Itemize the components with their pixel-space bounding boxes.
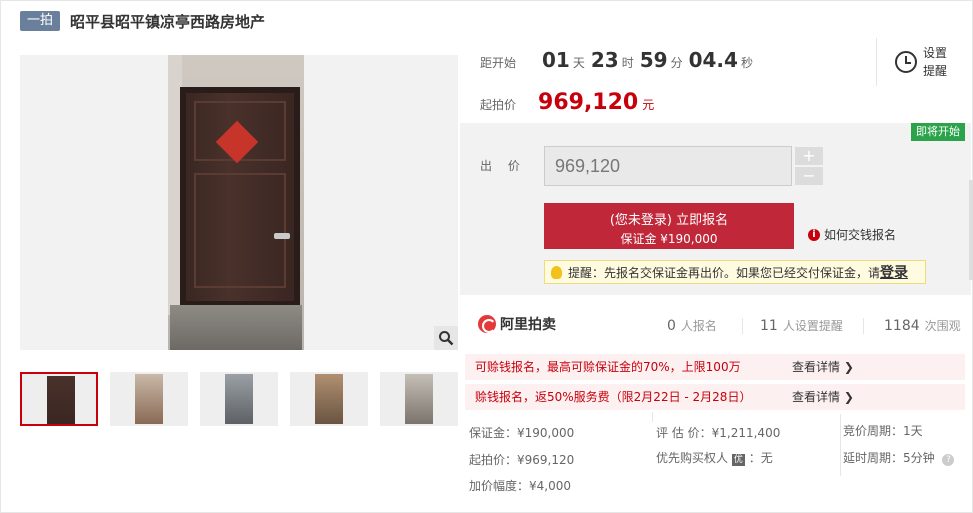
bid-label: 出 价 xyxy=(480,159,526,173)
reminder-count-label: 人设置提醒 xyxy=(782,319,843,333)
extension-info: 延时周期：5分钟 ? xyxy=(843,449,955,466)
decrease-bid-button[interactable]: − xyxy=(795,167,823,185)
status-badge: 即将开始 xyxy=(911,123,965,141)
how-to-pay-label: 如何交钱报名 xyxy=(824,228,897,242)
thumbnail-strip xyxy=(20,372,470,426)
thumbnail-image xyxy=(47,376,75,424)
tip-text: 提醒：先报名交保证金再出价。如果您已经交付保证金，请 xyxy=(568,265,881,280)
start-price-value: 969,120 xyxy=(538,90,639,115)
magnifier-icon xyxy=(439,331,454,346)
bid-input[interactable]: 969,120 xyxy=(544,146,792,186)
photo-floor xyxy=(170,305,302,350)
deposit-info: 保证金：¥190,000 xyxy=(469,426,575,440)
increment-info: 加价幅度：¥4,000 xyxy=(469,479,571,493)
thumbnail-image xyxy=(405,374,433,424)
countdown-days: 01 xyxy=(542,48,570,72)
thumbnail[interactable] xyxy=(290,372,368,426)
divider xyxy=(840,414,841,476)
start-price-info: 起拍价：¥969,120 xyxy=(469,453,575,467)
countdown-hours-unit: 时 xyxy=(621,56,634,70)
promo-credit: 可赊钱报名，最高可赊保证金的70%，上限100万 查看详情 ❯ xyxy=(465,354,965,380)
brand-logo: 阿里拍卖 xyxy=(478,314,556,334)
thumbnail[interactable] xyxy=(200,372,278,426)
thumbnail-image xyxy=(315,374,343,424)
countdown: 距开始 01 天 23 时 59 分 04.4 秒 xyxy=(480,48,753,78)
title-row: 一拍 昭平县昭平镇凉亭西路房地产 xyxy=(20,10,265,32)
thumbnail[interactable] xyxy=(110,372,188,426)
countdown-days-unit: 天 xyxy=(572,56,585,70)
countdown-label: 距开始 xyxy=(480,56,517,70)
photo-door xyxy=(180,87,300,307)
scrollbar[interactable] xyxy=(969,180,973,280)
door-panel xyxy=(194,173,286,288)
thumbnail-image xyxy=(225,374,253,424)
view-label: 次围观 xyxy=(924,319,961,333)
how-to-pay-link[interactable]: i 如何交钱报名 xyxy=(808,226,896,243)
thumbnail[interactable] xyxy=(380,372,458,426)
registered-label: 人报名 xyxy=(680,319,717,333)
reminder-label: 设置提醒 xyxy=(923,46,948,78)
page-title: 昭平县昭平镇凉亭西路房地产 xyxy=(70,12,266,31)
main-property-image[interactable] xyxy=(20,55,458,350)
priority-buyer-label: 优先购买权人 xyxy=(656,451,729,465)
appraisal-info: 评 估 价：¥1,211,400 xyxy=(656,426,781,440)
zoom-button[interactable] xyxy=(434,326,458,350)
priority-tag: 优 xyxy=(731,454,745,466)
help-icon[interactable]: ? xyxy=(942,454,955,466)
login-tip: 提醒：先报名交保证金再出价。如果您已经交付保证金，请 登录 xyxy=(544,260,926,284)
registered-number: 0 xyxy=(667,318,676,334)
divider xyxy=(863,318,864,334)
start-price-unit: 元 xyxy=(642,98,655,112)
countdown-minutes-unit: 分 xyxy=(670,56,683,70)
bid-stepper: + − xyxy=(795,147,823,187)
priority-buyer-value: ：无 xyxy=(748,451,773,465)
promo-refund: 赊钱报名，返50%服务费（限2月22日 - 2月28日） 查看详情 ❯ xyxy=(465,384,965,410)
promo-text: 赊钱报名，返50%服务费（限2月22日 - 2月28日） xyxy=(475,390,752,404)
increase-bid-button[interactable]: + xyxy=(795,147,823,165)
signup-button-deposit: 保证金 ¥190,000 xyxy=(620,232,718,246)
ali-auction-logo-icon xyxy=(478,315,496,333)
promo-details-link[interactable]: 查看详情 ❯ xyxy=(792,384,854,410)
thumbnail[interactable] xyxy=(20,372,98,426)
reminder-count: 11 人设置提醒 xyxy=(760,317,843,334)
promo-details-link[interactable]: 查看详情 ❯ xyxy=(792,354,854,380)
countdown-seconds: 04.4 xyxy=(688,48,738,72)
set-reminder-button[interactable]: 设置提醒 xyxy=(876,38,971,86)
brand-name: 阿里拍卖 xyxy=(500,317,556,333)
signup-button[interactable]: (您未登录) 立即报名 保证金 ¥190,000 xyxy=(544,203,794,249)
extension-label: 延时周期：5分钟 xyxy=(843,451,935,465)
reminder-number: 11 xyxy=(760,318,778,334)
alarm-clock-icon xyxy=(895,51,917,73)
promo-text: 可赊钱报名，最高可赊保证金的70%，上限100万 xyxy=(475,360,741,374)
view-number: 1184 xyxy=(884,318,920,334)
auction-round-tag: 一拍 xyxy=(20,11,61,31)
countdown-seconds-unit: 秒 xyxy=(740,56,753,70)
door-handle xyxy=(274,233,290,239)
divider xyxy=(652,412,653,422)
view-count: 1184 次围观 xyxy=(884,317,961,334)
countdown-hours: 23 xyxy=(590,48,619,72)
bid-cycle-info: 竞价周期：1天 xyxy=(843,424,923,438)
lightbulb-icon xyxy=(551,265,562,279)
start-price: 起拍价 969,120 元 xyxy=(480,90,654,115)
signup-button-label: (您未登录) 立即报名 xyxy=(609,213,729,228)
info-icon: i xyxy=(808,228,820,241)
countdown-minutes: 59 xyxy=(639,48,668,72)
registered-count: 0 人报名 xyxy=(667,317,717,334)
divider xyxy=(742,318,743,334)
priority-buyer-info: 优先购买权人 优 ：无 xyxy=(656,449,773,466)
thumbnail-image xyxy=(135,374,163,424)
start-price-label: 起拍价 xyxy=(480,98,517,112)
login-link[interactable]: 登录 xyxy=(880,262,908,282)
